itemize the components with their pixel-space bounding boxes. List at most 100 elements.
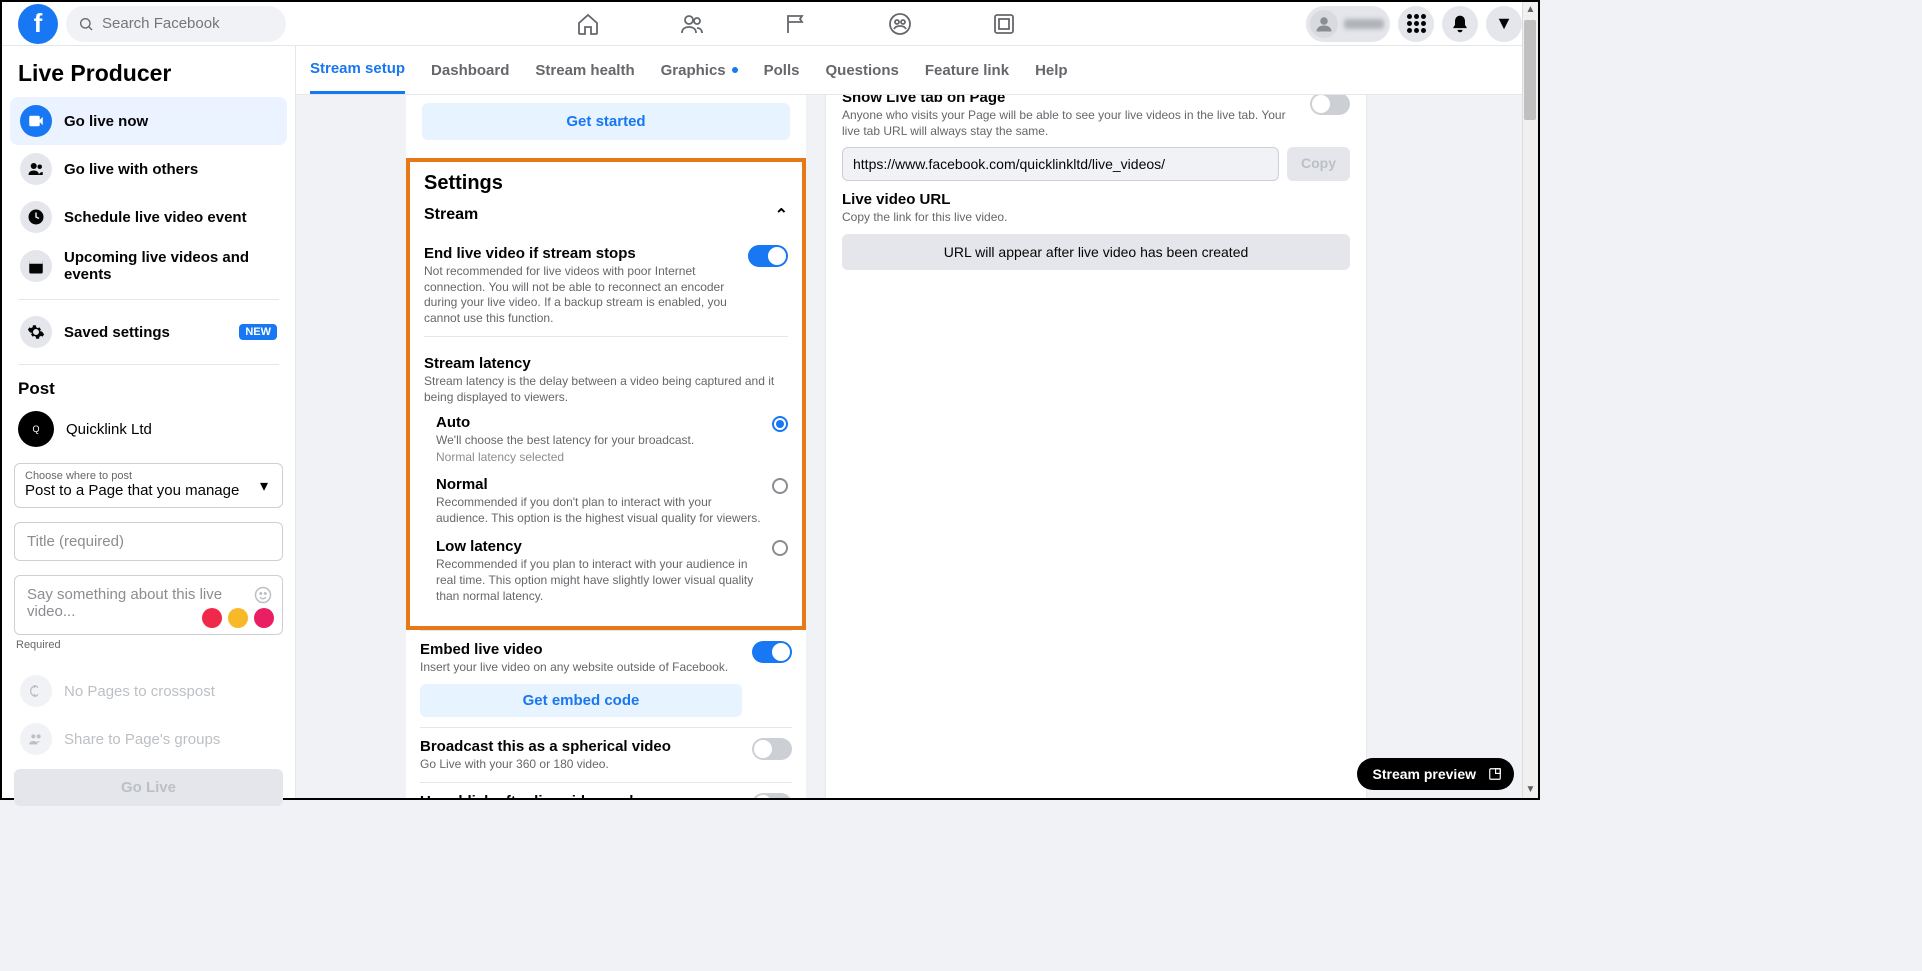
latency-desc: Stream latency is the delay between a vi… xyxy=(424,374,788,405)
tab-polls[interactable]: Polls xyxy=(764,46,800,94)
latency-option-normal[interactable]: Normal Recommended if you don't plan to … xyxy=(424,468,788,530)
setting-end-stream: End live video if stream stops Not recom… xyxy=(424,235,788,336)
account-menu-button[interactable]: ▼ xyxy=(1486,6,1522,42)
charity-icon[interactable] xyxy=(254,608,274,628)
tab-stream-health[interactable]: Stream health xyxy=(535,46,634,94)
search-icon xyxy=(78,16,94,32)
post-header: Post xyxy=(2,373,295,407)
tab-label: Questions xyxy=(826,62,899,79)
section-label: Stream xyxy=(424,206,478,224)
latency-option-low[interactable]: Low latency Recommended if you plan to i… xyxy=(424,530,788,608)
sidebar-item-label: Upcoming live videos and events xyxy=(64,249,277,283)
show-live-toggle[interactable] xyxy=(1310,95,1350,115)
sidebar-item-crosspost: No Pages to crosspost xyxy=(10,667,287,715)
show-live-title: Show Live tab on Page xyxy=(842,95,1300,106)
left-sidebar: Live Producer Go live now Go live with o… xyxy=(2,46,296,798)
radio-auto[interactable] xyxy=(772,416,788,432)
radio-normal[interactable] xyxy=(772,478,788,494)
title-input[interactable]: Title (required) xyxy=(14,522,283,561)
setting-desc: Go Live with your 360 or 180 video. xyxy=(420,757,742,773)
tab-stream-setup[interactable]: Stream setup xyxy=(310,46,405,94)
get-started-button[interactable]: Get started xyxy=(422,103,790,140)
stream-settings-highlight: Settings Stream ⌃ End live video if stre… xyxy=(406,158,806,630)
grid-icon xyxy=(1407,14,1426,33)
home-icon[interactable] xyxy=(576,12,600,36)
notifications-button[interactable] xyxy=(1442,6,1478,42)
tab-label: Feature link xyxy=(925,62,1009,79)
tab-dashboard[interactable]: Dashboard xyxy=(431,46,509,94)
facebook-logo[interactable]: f xyxy=(18,4,58,44)
description-input[interactable]: Say something about this live video... xyxy=(14,575,283,635)
latency-option-auto[interactable]: Auto We'll choose the best latency for y… xyxy=(424,406,788,469)
center-nav xyxy=(286,12,1306,36)
setting-unpublish: Unpublish after live video ends Unpublis… xyxy=(420,782,792,798)
sidebar-item-saved-settings[interactable]: Saved settings NEW xyxy=(10,308,287,356)
tab-label: Stream setup xyxy=(310,60,405,77)
group-icon xyxy=(20,723,52,755)
tab-questions[interactable]: Questions xyxy=(826,46,899,94)
tab-label: Graphics xyxy=(661,62,726,79)
settings-card: Get started Settings Stream ⌃ End live v… xyxy=(406,95,806,798)
live-tab-url[interactable]: https://www.facebook.com/quicklinkltd/li… xyxy=(842,147,1279,181)
end-stream-toggle[interactable] xyxy=(748,245,788,267)
option-desc: Recommended if you plan to interact with… xyxy=(436,557,762,604)
copy-button[interactable]: Copy xyxy=(1287,147,1350,181)
page-name: Quicklink Ltd xyxy=(66,421,152,438)
sidebar-item-share-groups: Share to Page's groups xyxy=(10,715,287,763)
groups-icon[interactable] xyxy=(888,12,912,36)
post-actions xyxy=(202,608,274,628)
caret-down-icon: ▼ xyxy=(1495,13,1513,34)
caret-down-icon: ▾ xyxy=(260,476,268,496)
tab-help[interactable]: Help xyxy=(1035,46,1068,94)
sidebar-item-go-live-others[interactable]: Go live with others xyxy=(10,145,287,193)
new-badge: NEW xyxy=(239,324,277,340)
stream-preview-button[interactable]: Stream preview xyxy=(1357,758,1515,790)
option-desc: Recommended if you don't plan to interac… xyxy=(436,495,762,526)
sidebar-item-go-live-now[interactable]: Go live now xyxy=(10,97,287,145)
friends-icon[interactable] xyxy=(680,12,704,36)
sidebar-item-upcoming[interactable]: Upcoming live videos and events xyxy=(10,241,287,291)
profile-name xyxy=(1344,19,1384,29)
sidebar-item-schedule[interactable]: Schedule live video event xyxy=(10,193,287,241)
separator xyxy=(18,299,279,300)
tab-feature-link[interactable]: Feature link xyxy=(925,46,1009,94)
menu-button[interactable] xyxy=(1398,6,1434,42)
select-label: Choose where to post xyxy=(25,470,272,482)
scrollbar-thumb[interactable] xyxy=(1524,20,1536,120)
setting-title: Broadcast this as a spherical video xyxy=(420,738,742,755)
gaming-icon[interactable] xyxy=(992,12,1016,36)
expand-icon xyxy=(1488,767,1502,781)
tab-label: Polls xyxy=(764,62,800,79)
post-destination-select[interactable]: Choose where to post Post to a Page that… xyxy=(14,463,283,508)
search-field[interactable] xyxy=(66,6,286,42)
scroll-up-icon[interactable]: ▲ xyxy=(1523,2,1538,18)
emoji-icon[interactable] xyxy=(254,586,272,604)
sidebar-item-label: Schedule live video event xyxy=(64,209,247,226)
tab-graphics[interactable]: Graphics xyxy=(661,46,738,94)
embed-toggle[interactable] xyxy=(752,641,792,663)
sidebar-item-label: Go live with others xyxy=(64,161,198,178)
sidebar-item-label: Saved settings xyxy=(64,324,170,341)
calendar-icon xyxy=(20,250,52,282)
tab-label: Help xyxy=(1035,62,1068,79)
sidebar-item-label: Go live now xyxy=(64,113,148,130)
unpublish-toggle[interactable] xyxy=(752,793,792,798)
page-selector[interactable]: Q Quicklink Ltd xyxy=(2,407,295,459)
search-input[interactable] xyxy=(102,15,274,32)
location-icon[interactable] xyxy=(202,608,222,628)
camera-icon xyxy=(20,105,52,137)
settings-title: Settings xyxy=(424,172,788,195)
window-scrollbar[interactable]: ▲ ▼ xyxy=(1522,2,1538,798)
go-live-button[interactable]: Go Live xyxy=(14,769,283,806)
people-icon xyxy=(20,153,52,185)
live-url-desc: Copy the link for this live video. xyxy=(842,210,1350,226)
stream-section-header[interactable]: Stream ⌃ xyxy=(424,205,788,225)
get-embed-code-button[interactable]: Get embed code xyxy=(420,684,742,717)
feeling-icon[interactable] xyxy=(228,608,248,628)
pages-icon[interactable] xyxy=(784,12,808,36)
scroll-down-icon[interactable]: ▼ xyxy=(1523,782,1538,798)
spherical-toggle[interactable] xyxy=(752,738,792,760)
latency-title: Stream latency xyxy=(424,355,788,372)
radio-low[interactable] xyxy=(772,540,788,556)
profile-chip[interactable] xyxy=(1306,6,1390,42)
